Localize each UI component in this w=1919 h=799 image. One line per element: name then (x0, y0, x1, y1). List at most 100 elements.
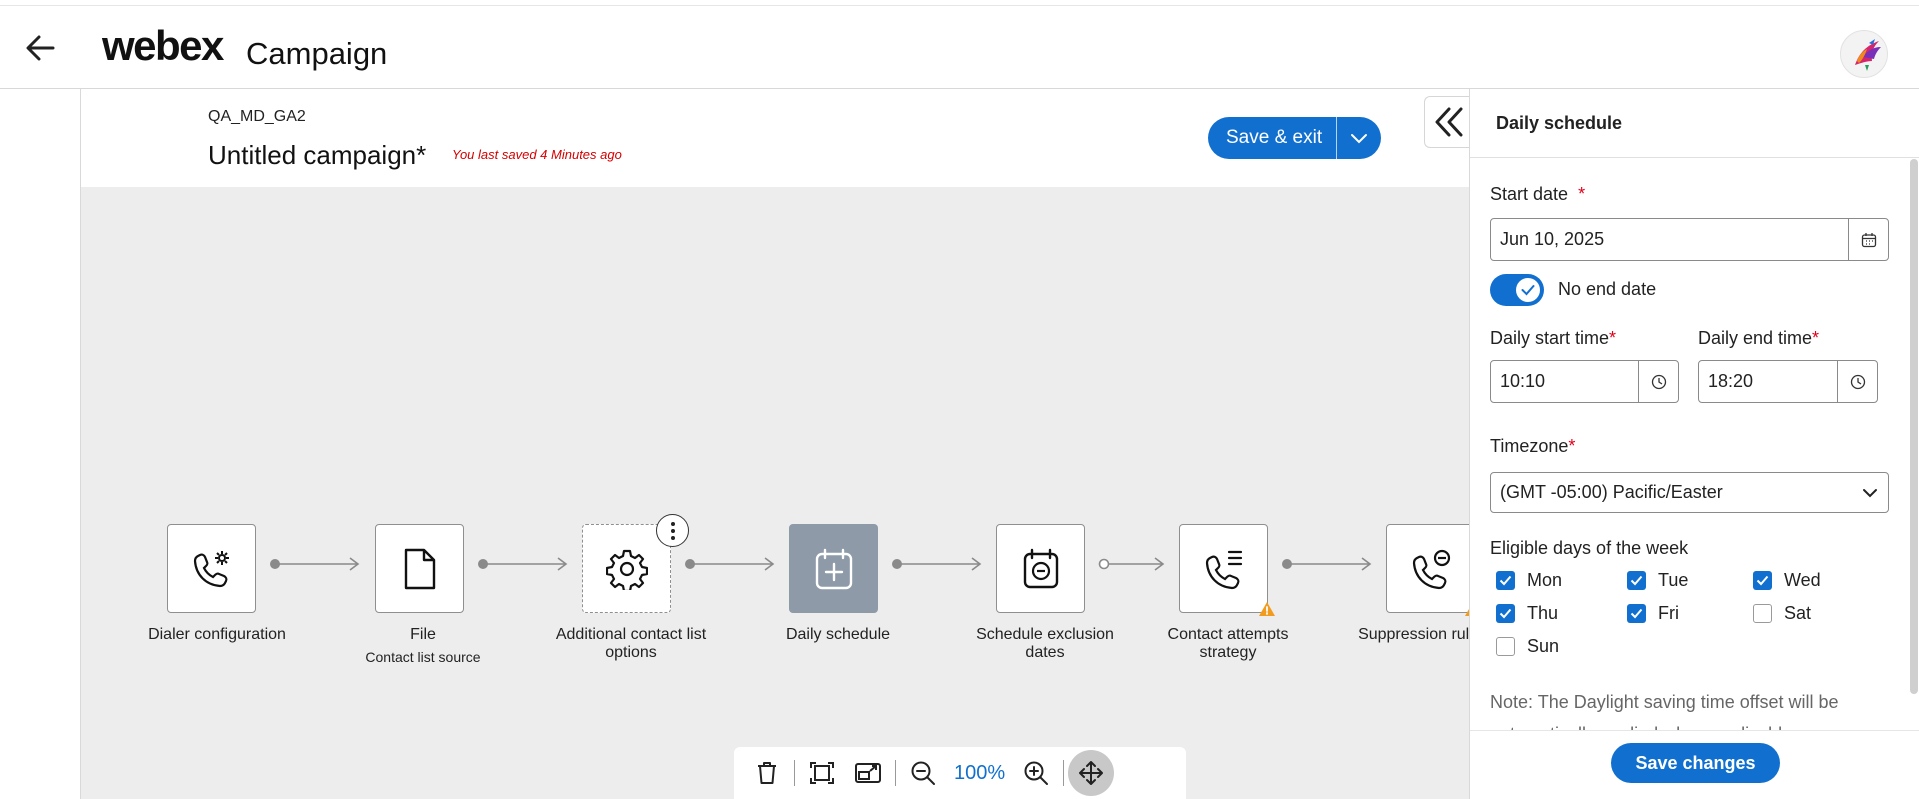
app-header: webex Campaign (0, 6, 1919, 89)
clock-icon (1651, 374, 1666, 389)
chevron-down-icon (1351, 134, 1368, 144)
flow-canvas[interactable] (81, 187, 1469, 799)
end-time-picker-button[interactable] (1837, 361, 1877, 402)
required-marker: * (1812, 328, 1820, 348)
phone-gear-icon (193, 550, 229, 587)
avatar[interactable] (1840, 30, 1888, 78)
flow-node-suppression-rule-sets[interactable] (1386, 524, 1475, 613)
flow-connector (892, 557, 982, 571)
start-time-picker-button[interactable] (1638, 361, 1678, 402)
daily-schedule-panel: Daily schedule Start date * Jun 10, 2025… (1469, 89, 1919, 799)
pan-tool-button[interactable] (1068, 750, 1115, 796)
panel-title: Daily schedule (1496, 113, 1623, 133)
dst-note: Note: The Daylight saving time offset wi… (1490, 692, 1839, 730)
flow-node-daily-schedule[interactable] (789, 524, 878, 613)
clock-icon (1850, 374, 1865, 389)
arrow-left-icon (26, 35, 55, 61)
zoom-out-button[interactable] (900, 750, 946, 796)
calendar-picker-button[interactable] (1848, 219, 1888, 260)
start-date-label: Start date * (1490, 184, 1585, 205)
canvas-toolbar: 100% (734, 747, 1186, 799)
calendar-icon (1861, 232, 1876, 247)
gear-icon (605, 549, 648, 590)
daily-start-label-text: Daily start time (1490, 328, 1610, 348)
delete-button[interactable] (744, 750, 790, 796)
save-exit-button[interactable]: Save & exit (1208, 117, 1336, 159)
zoom-in-icon (1024, 761, 1049, 785)
node-label-title: File (410, 626, 436, 643)
day-label: Fri (1658, 603, 1679, 623)
save-changes-button[interactable]: Save changes (1611, 743, 1780, 783)
day-label: Tue (1658, 570, 1689, 590)
day-checkbox-sun[interactable]: Sun (1496, 636, 1559, 657)
node-sublabel: Contact list source (365, 649, 481, 665)
day-checkbox-thu[interactable]: Thu (1496, 603, 1558, 624)
check-icon (1756, 575, 1769, 586)
toolbar-divider (895, 760, 896, 786)
panel-scrollbar[interactable] (1910, 159, 1918, 694)
day-checkbox-fri[interactable]: Fri (1627, 603, 1679, 624)
minimap-button[interactable] (845, 750, 891, 796)
collapse-panel-button[interactable] (1424, 96, 1472, 148)
double-chevron-left-icon (1435, 107, 1462, 137)
phone-minus-icon (1412, 549, 1450, 589)
flow-node-contact-attempts-strategy[interactable] (1179, 524, 1268, 613)
toggle-knob (1516, 278, 1540, 302)
campaign-title[interactable]: Untitled campaign* (208, 140, 426, 171)
day-checkbox-wed[interactable]: Wed (1753, 570, 1821, 591)
panel-divider (1470, 157, 1919, 158)
check-icon (1630, 608, 1643, 619)
day-checkbox-tue[interactable]: Tue (1627, 570, 1688, 591)
minimap-icon (855, 763, 881, 783)
checkbox-box (1627, 604, 1646, 623)
timezone-label-text: Timezone (1490, 436, 1569, 456)
start-date-value: Jun 10, 2025 (1500, 229, 1605, 249)
flow-connector (1098, 557, 1165, 571)
flow-connector (270, 557, 360, 571)
trash-icon (758, 762, 776, 784)
calendar-add-icon (815, 548, 852, 589)
checkbox-box (1627, 571, 1646, 590)
no-end-date-toggle[interactable] (1490, 274, 1544, 306)
calendar-minus-icon (1023, 548, 1058, 588)
flow-connector (1282, 557, 1372, 571)
save-options-dropdown[interactable] (1337, 117, 1381, 159)
left-rail (0, 89, 81, 799)
node-more-options-button[interactable] (656, 514, 689, 547)
flow-connector (478, 557, 568, 571)
start-date-field[interactable]: Jun 10, 2025 (1490, 218, 1889, 261)
flow-node-file[interactable] (375, 524, 464, 613)
flow-node-dialer-configuration[interactable] (167, 524, 256, 613)
zoom-in-button[interactable] (1013, 750, 1059, 796)
start-date-label-text: Start date (1490, 184, 1569, 204)
daily-end-time-field[interactable]: 18:20 (1698, 360, 1878, 403)
required-marker: * (1609, 328, 1617, 348)
day-label: Sat (1784, 603, 1812, 623)
timezone-value: (GMT -05:00) Pacific/Easter (1500, 482, 1723, 502)
daily-start-time-field[interactable]: 10:10 (1490, 360, 1679, 403)
back-button[interactable] (20, 30, 60, 66)
day-label: Thu (1527, 603, 1559, 623)
org-name: QA_MD_GA2 (208, 108, 306, 125)
more-vertical-icon (670, 521, 675, 540)
no-end-date-label: No end date (1558, 279, 1657, 299)
required-marker: * (1568, 436, 1576, 456)
warning-icon (1259, 602, 1275, 616)
flow-node-schedule-exclusion-dates[interactable] (996, 524, 1085, 613)
day-checkbox-sat[interactable]: Sat (1753, 603, 1811, 624)
daily-end-label: Daily end time* (1698, 328, 1819, 349)
day-checkbox-mon[interactable]: Mon (1496, 570, 1562, 591)
zoom-level: 100% (954, 761, 1006, 784)
timezone-select[interactable]: (GMT -05:00) Pacific/Easter (1490, 472, 1889, 513)
timezone-label: Timezone* (1490, 436, 1575, 457)
product-name: Campaign (246, 36, 388, 71)
check-icon (1630, 575, 1643, 586)
checkbox-box (1753, 571, 1772, 590)
bird-avatar-icon (1855, 39, 1881, 71)
save-exit-split-button: Save & exit (1208, 117, 1382, 159)
node-label: File Contact list source (343, 626, 503, 666)
eligible-days-label: Eligible days of the week (1490, 538, 1689, 558)
fit-to-screen-button[interactable] (799, 750, 845, 796)
fit-screen-icon (810, 762, 834, 784)
day-label: Sun (1527, 636, 1560, 656)
